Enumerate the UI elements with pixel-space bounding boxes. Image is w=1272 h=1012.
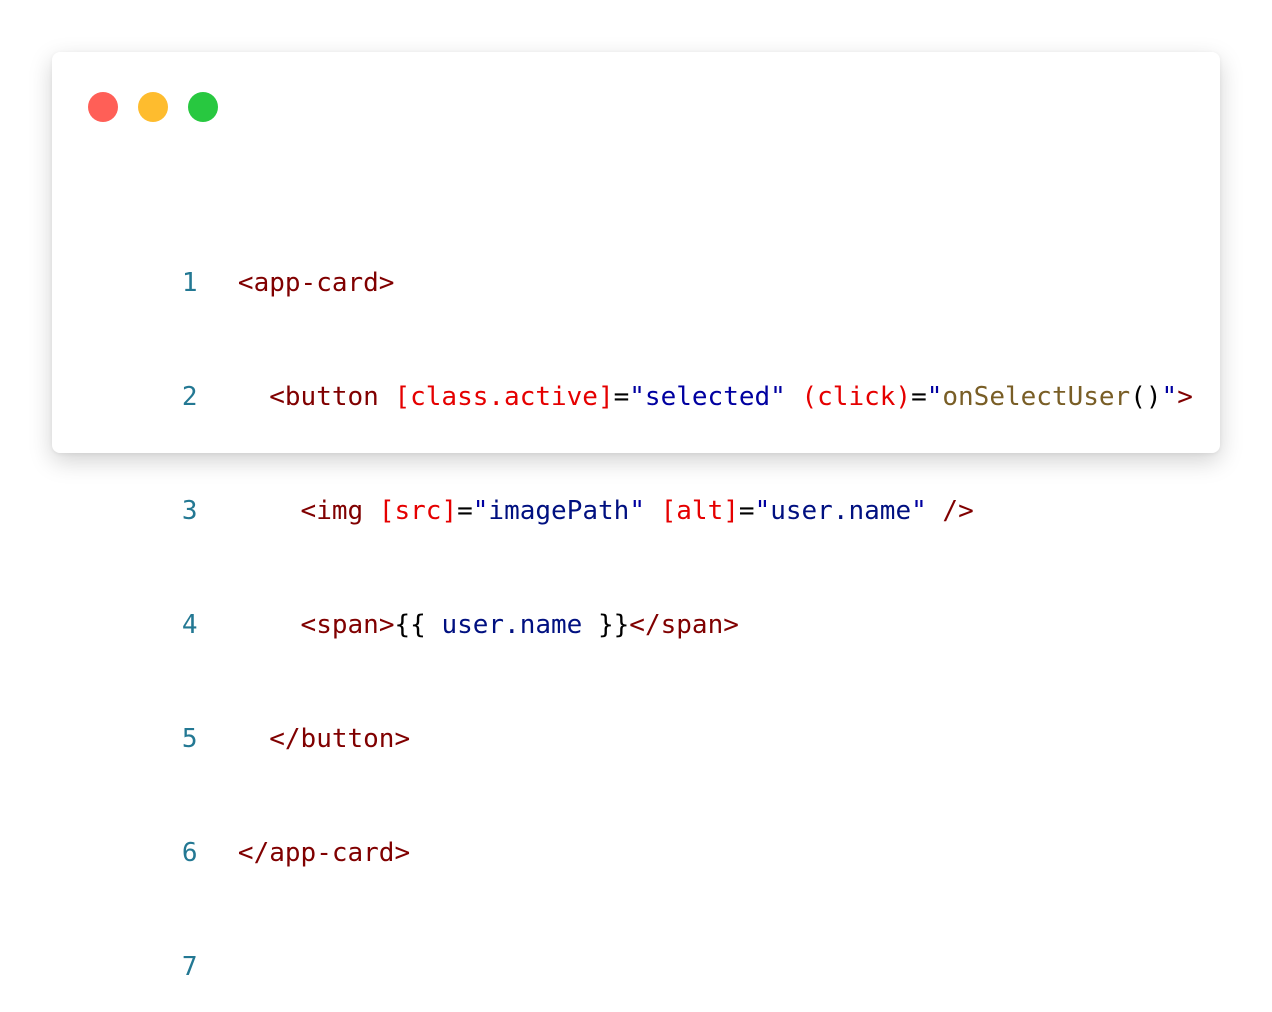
punctuation-token (238, 610, 301, 640)
tag-token: /> (942, 496, 974, 526)
code-line: 2 <button [class.active]="selected" (cli… (88, 340, 1193, 412)
variable-token: imagePath (488, 496, 630, 526)
punctuation-token (238, 496, 301, 526)
minimize-dot-icon[interactable] (138, 92, 168, 122)
variable-token: user.name (441, 610, 583, 640)
string-token: " (472, 496, 489, 526)
punctuation-token (379, 382, 395, 412)
attribute-token: [src] (378, 496, 458, 526)
line-content: <app-card> (238, 268, 395, 298)
variable-token: user.name (770, 496, 912, 526)
line-number: 7 (181, 952, 198, 982)
punctuation-token: {{ (394, 610, 442, 640)
maximize-dot-icon[interactable] (188, 92, 218, 122)
line-number: 3 (181, 496, 198, 526)
punctuation-token (645, 496, 661, 526)
tag-token: </app-card> (237, 838, 411, 868)
string-token: " (926, 382, 943, 412)
operator-token: = (911, 382, 927, 412)
attribute-token: (click) (801, 382, 912, 412)
function-token: onSelectUser (942, 382, 1131, 412)
tag-token: </span> (629, 610, 739, 640)
tag-token: </button> (269, 724, 411, 754)
tag-token: <app-card> (237, 268, 395, 298)
line-number: 6 (181, 838, 198, 868)
punctuation-token (927, 496, 943, 526)
punctuation-token (363, 496, 379, 526)
line-content: <span>{{ user.name }}</span> (238, 610, 739, 640)
string-token: "selected" (629, 382, 786, 412)
code-window: 1 <app-card> 2 <button [class.active]="se… (52, 52, 1220, 982)
line-content: </button> (238, 724, 410, 754)
line-number: 5 (181, 724, 198, 754)
punctuation-token (786, 382, 802, 412)
operator-token: = (738, 496, 755, 526)
line-content: </app-card> (238, 838, 410, 868)
tag-token: <img (300, 496, 364, 526)
operator-token: = (613, 382, 630, 412)
string-token: " (911, 496, 927, 526)
code-line: 6 </app-card> (88, 796, 1193, 868)
tag-token: <span> (300, 610, 395, 640)
string-token: " (754, 496, 771, 526)
punctuation-token (238, 724, 269, 754)
line-content: <img [src]="imagePath" [alt]="user.name"… (238, 496, 974, 526)
line-number: 2 (181, 382, 198, 412)
code-line: 3 <img [src]="imagePath" [alt]="user.nam… (88, 454, 1193, 526)
line-content: <button [class.active]="selected" (click… (238, 382, 1193, 412)
operator-token: = (457, 496, 473, 526)
tag-token: <button (269, 382, 379, 412)
code-line: 5 </button> (88, 682, 1193, 754)
punctuation-token (238, 382, 269, 412)
tag-token: > (1177, 382, 1193, 412)
code-block: 1 <app-card> 2 <button [class.active]="se… (88, 150, 1193, 1012)
close-dot-icon[interactable] (88, 92, 118, 122)
punctuation-token: () (1130, 382, 1162, 412)
line-number: 1 (181, 268, 198, 298)
code-line: 1 <app-card> (88, 226, 1193, 298)
string-token: " (1161, 382, 1178, 412)
code-line: 7 (88, 910, 1193, 982)
line-number: 4 (181, 610, 198, 640)
attribute-token: [alt] (660, 496, 739, 526)
punctuation-token: }} (582, 610, 630, 640)
code-line: 4 <span>{{ user.name }}</span> (88, 568, 1193, 640)
string-token: " (629, 496, 645, 526)
attribute-token: [class.active] (394, 382, 614, 412)
